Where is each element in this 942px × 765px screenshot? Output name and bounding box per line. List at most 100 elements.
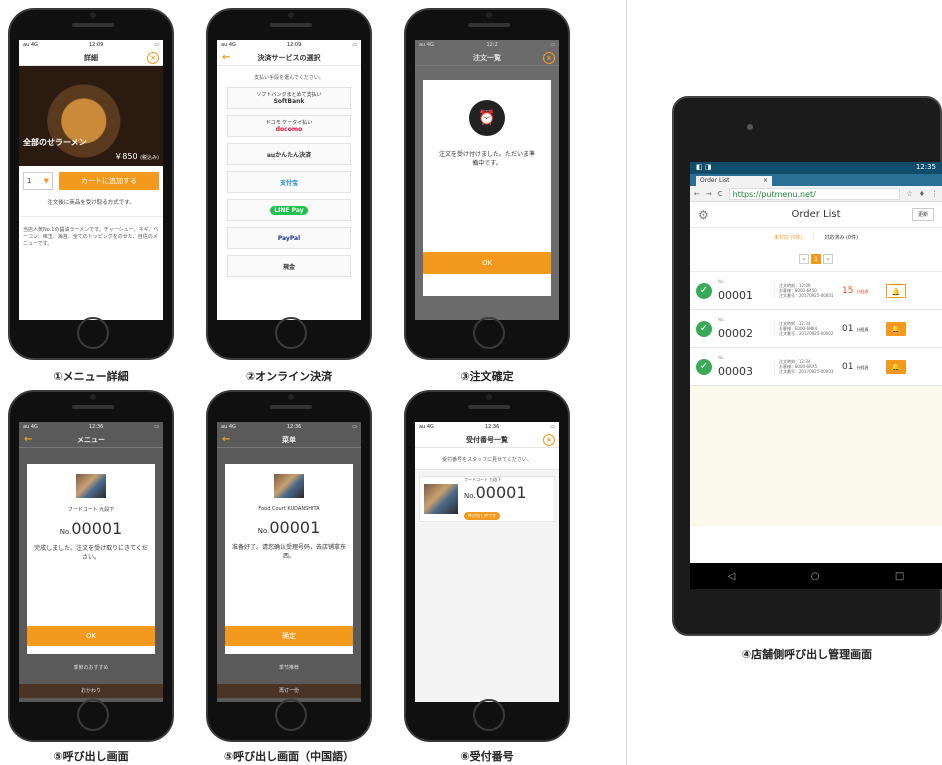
number-value: 00001 [269,518,321,537]
home-button[interactable] [77,317,109,349]
back-arrow-icon[interactable]: ← [222,434,230,445]
caption-ticket-list: ⑥受付番号 [460,750,514,763]
number-value: 00001 [71,519,123,538]
home-button[interactable] [473,699,505,731]
order-id: 注文番号 : 20170925-00001 [779,293,834,299]
page-title: Order List [791,209,841,220]
ok-button[interactable]: OK [423,252,551,274]
quantity-select[interactable]: 1 ▼ [23,172,53,190]
elapsed-unit: 分経過 [856,288,869,294]
payment-docomo[interactable]: ドコモ ケータイ払い docomo [227,115,351,137]
prev-page-icon[interactable]: « [799,253,809,264]
address-bar[interactable]: https://putmenu.net/ [728,187,901,200]
carrier-label: au 4G [419,42,434,48]
order-number: No. 00002 [718,317,768,341]
browser-tab[interactable]: Order List × [696,176,772,186]
clock: 12:36 [484,424,500,430]
menu-section-refill: 再订一份 [217,684,361,698]
clock: 12:36 [286,424,302,430]
star-icon[interactable]: ☆ [906,190,912,198]
order-number: No. 00001 [718,279,768,303]
home-circle-icon[interactable]: ○ [811,571,820,582]
reload-icon[interactable]: C [718,190,723,198]
back-arrow-icon[interactable]: ← [24,434,32,445]
screen-payment: au 4G 12:09 ▭ ← 決済サービスの選択 支払い手段を選んでください。 ソフ… [217,40,361,320]
status-bar: au 4G 12:2 ▭ [415,40,559,50]
screen-call: au 4G 12:36 ▭ ← メニュー フードコート 九段下 No.00001 完成… [19,422,163,702]
ok-button[interactable]: OK [27,626,155,646]
menu-section-seasonal: 季节推荐 [278,665,299,671]
call-bell-button[interactable]: 🔔 [886,359,906,374]
back-arrow-icon[interactable]: ← [222,52,230,63]
back-triangle-icon[interactable]: ◁ [728,571,736,582]
order-note: 注文後に商品を受け取る方式です。 [47,200,135,206]
gear-icon[interactable]: ⚙ [698,208,709,222]
check-icon[interactable]: ✓ [696,358,712,375]
filter-pending[interactable]: 未対応 (0件) [774,234,803,241]
camera-dot [90,12,96,18]
page-1[interactable]: 1 [811,253,821,264]
elapsed-unit: 分経過 [856,364,869,370]
call-message: 完成しました。注文を受け取りにきてください。 [34,545,148,561]
close-icon[interactable]: × [147,51,159,64]
filter-divider: | [812,234,815,240]
camera-dot [486,12,492,18]
status-bar: au 4G 12:36 ▭ [217,422,361,432]
next-page-icon[interactable]: » [823,253,833,264]
dish-photo: 全部のせラーメン ￥850 (税込み) [19,66,163,166]
menu-section-refill: おかわり [19,684,163,698]
home-button[interactable] [473,317,505,349]
android-nav-bar: ◁ ○ □ [690,563,942,589]
page-title: 詳細 [84,53,98,62]
call-dialog: Food Court KUDANSHITA No.00001 准备好了。请您确认… [225,464,353,654]
shop-photo [274,474,304,498]
more-icon[interactable]: ⋮ [931,190,938,198]
number-prefix: No. [718,316,725,322]
call-bell-button[interactable]: 🔔 [886,321,906,336]
close-icon[interactable]: × [543,433,555,446]
recents-square-icon[interactable]: □ [895,571,904,582]
order-info: 注文時刻 : 12:34 お客様 : 8000-6RX5 注文番号 : 201709… [774,358,836,375]
close-icon[interactable]: × [543,51,555,64]
refresh-button[interactable]: 更新 [911,208,934,221]
page-title: 注文一覧 [473,53,501,62]
home-button[interactable] [275,317,307,349]
ok-button[interactable]: 确定 [225,626,353,646]
payment-paypal[interactable]: PayPal [227,227,351,249]
check-icon[interactable]: ✓ [696,282,712,299]
pagination: « 1 » [690,246,942,272]
payment-linepay[interactable]: LINE Pay [227,199,351,221]
elapsed-time: 01 分経過 [842,324,880,334]
add-to-cart-button[interactable]: カートに追加する [59,172,159,190]
dish-description: 当店人気No.1の醤油ラーメンです。チャーシュー、ネギ、ベーコン、味玉、海苔、全… [19,216,163,252]
payment-softbank[interactable]: ソフトバンクまとめて支払い SoftBank [227,87,351,109]
filter-done[interactable]: 対応済み (0件) [824,234,858,241]
payment-au[interactable]: auかんたん決済 [227,143,351,165]
check-icon[interactable]: ✓ [696,320,712,337]
payment-cash[interactable]: 現金 [227,255,351,277]
home-button[interactable] [275,699,307,731]
order-dialog: ⏰ 注文を受け付けました。ただいま準備中です。 OK [423,80,551,296]
number-value: 00003 [718,364,753,378]
nav-bar: ← 決済サービスの選択 [217,50,361,66]
home-button[interactable] [77,699,109,731]
payment-alipay[interactable]: 支付宝 [227,171,351,193]
forward-arrow-icon[interactable]: → [706,190,712,198]
close-icon[interactable]: × [763,177,768,185]
page-header: ⚙ Order List 更新 [690,202,942,228]
screen-menu-detail: au 4G 12:09 ▭ 詳細 × 全部のせラーメン ￥850 (税込み) 1 ▼ カ… [19,40,163,320]
payment-name: 現金 [282,263,295,271]
payment-caption: ドコモ ケータイ払い [265,120,313,126]
elapsed-unit: 分経過 [856,326,869,332]
screen-order-confirm: au 4G 12:2 ▭ 注文一覧 × ⏰ 注文を受け付けました。ただいま準備中です。… [415,40,559,320]
speaker-grille [72,405,114,409]
camera-dot [90,394,96,400]
call-message: 准备好了。请您确认受理号码，去店铺拿东西。 [231,544,346,560]
mic-icon[interactable]: ♦ [919,190,925,198]
number-prefix: No. [59,528,72,536]
menu-section-seasonal: 季節のおすすめ [73,665,109,671]
ticket-card[interactable]: フードコート 九段下 No.00001 呼び出し中です [419,476,555,522]
browser-toolbar: ← → C https://putmenu.net/ ☆ ♦ ⋮ [690,186,942,202]
back-arrow-icon[interactable]: ← [694,190,700,198]
call-bell-button[interactable]: 🔔 [886,283,906,298]
